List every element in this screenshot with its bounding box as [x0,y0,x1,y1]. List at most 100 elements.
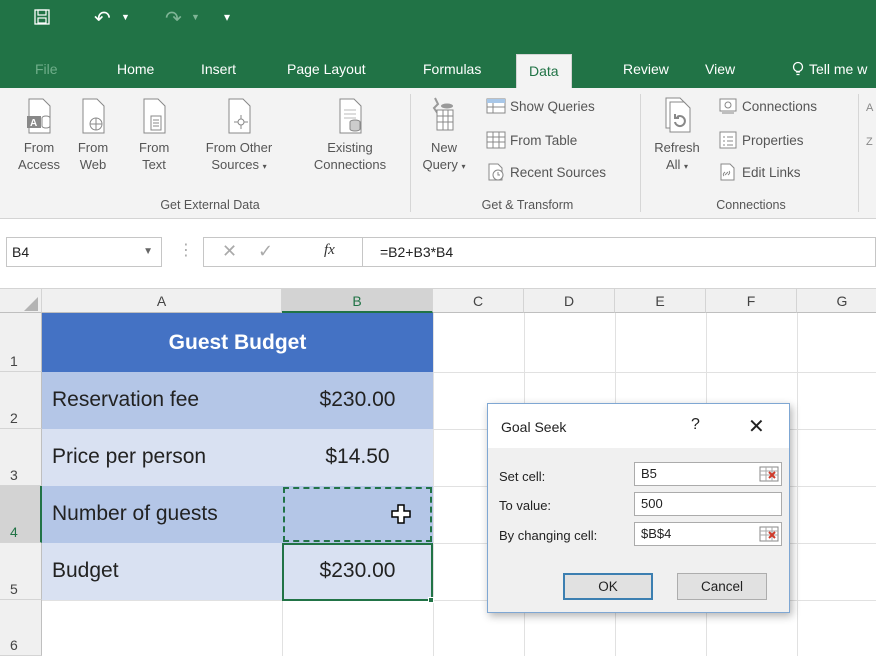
formula-input[interactable]: =B2+B3*B4 [363,237,876,267]
column-header-g[interactable]: G [797,289,876,313]
goal-seek-dialog: Goal Seek ? ✕ Set cell: B5 To value: 500… [487,403,790,613]
cancel-button[interactable]: Cancel [677,573,767,600]
sort-za-icon[interactable]: Z [866,136,873,148]
properties-button[interactable]: Properties [718,131,804,149]
fill-handle[interactable] [428,597,434,603]
cell-a2[interactable]: Reservation fee [52,388,199,412]
formula-bar-grip-icon: ⋮ [178,242,194,259]
cell-b2[interactable]: $230.00 [282,388,433,412]
tell-me-icon[interactable] [791,50,805,88]
collapse-dialog-icon[interactable] [759,465,779,483]
row-header-1[interactable]: 1 [0,313,42,372]
undo-dropdown-icon[interactable]: ▼ [121,12,130,22]
column-header-f[interactable]: F [706,289,797,313]
column-header-c[interactable]: C [433,289,524,313]
svg-text:A: A [30,118,37,129]
tab-formulas[interactable]: Formulas [423,50,481,88]
show-queries-button[interactable]: Show Queries [486,98,595,114]
tab-file[interactable]: File [35,50,58,88]
gridline [433,313,434,656]
table-title-cell[interactable]: Guest Budget [42,313,433,372]
sort-az-icon[interactable]: A [866,102,873,114]
gridline [797,313,798,656]
tab-data[interactable]: Data [516,54,572,88]
other-sources-icon [228,98,251,134]
confirm-entry-icon[interactable]: ✓ [258,241,273,262]
connections-icon [719,98,737,114]
row-header-2[interactable]: 2 [0,372,42,429]
redo-icon[interactable]: ↷ [165,6,182,31]
tab-page-layout[interactable]: Page Layout [287,50,366,88]
column-header-a[interactable]: A [42,289,282,313]
select-all-corner[interactable] [0,289,42,313]
table-icon [486,131,506,149]
dialog-title: Goal Seek [501,419,567,435]
from-access-button[interactable]: A From Access [14,96,64,173]
properties-icon [719,131,737,149]
by-changing-cell-label: By changing cell: [499,528,598,543]
redo-dropdown-icon[interactable]: ▼ [191,12,200,22]
row-header-6[interactable]: 6 [0,600,42,656]
from-table-button[interactable]: From Table [486,131,577,149]
existing-connections-icon [339,98,362,134]
refresh-all-button[interactable]: Refresh All ▾ [648,96,706,175]
refresh-icon [665,97,691,133]
group-label-connections: Connections [716,198,786,212]
dropdown-arrow-icon: ▾ [461,162,466,171]
tab-tell-me[interactable]: Tell me w [809,50,867,88]
cancel-entry-icon[interactable]: ✕ [222,241,237,262]
by-changing-cell-input[interactable]: $B$4 [634,522,782,546]
from-web-button[interactable]: From Web [76,96,110,173]
group-label-get-transform: Get & Transform [481,198,574,212]
help-button[interactable]: ? [691,416,700,434]
set-cell-label: Set cell: [499,469,546,484]
tab-insert[interactable]: Insert [201,50,236,88]
web-file-icon [82,98,105,134]
row-header-3[interactable]: 3 [0,429,42,486]
connections-button[interactable]: Connections [718,98,817,114]
save-icon[interactable] [34,9,50,29]
select-all-triangle-icon [24,297,38,311]
formula-bar: B4 ▼ ⋮ ✕ ✓ fx =B2+B3*B4 [0,219,876,289]
from-other-sources-button[interactable]: From Other Sources ▾ [193,96,285,175]
dropdown-arrow-icon: ▾ [262,162,267,171]
ribbon-separator [640,94,641,212]
column-header-e[interactable]: E [615,289,706,313]
to-value-label: To value: [499,498,552,513]
name-box-dropdown-icon[interactable]: ▼ [143,238,153,266]
row-header-5[interactable]: 5 [0,543,42,600]
formula-buttons: ✕ ✓ fx [203,237,363,267]
insert-function-icon[interactable]: fx [324,242,335,259]
cell-a4[interactable]: Number of guests [52,502,218,526]
set-cell-input[interactable]: B5 [634,462,782,486]
column-header-d[interactable]: D [524,289,615,313]
access-file-icon: A [27,98,51,134]
cell-a3[interactable]: Price per person [52,445,206,469]
customize-toolbar-icon[interactable]: ▾ [224,10,230,24]
new-query-button[interactable]: New Query ▾ [418,96,470,175]
cell-a5[interactable]: Budget [52,559,119,583]
group-label-get-external-data: Get External Data [160,198,260,212]
ok-button[interactable]: OK [563,573,653,600]
close-button[interactable]: ✕ [748,414,765,439]
from-text-button[interactable]: From Text [139,96,169,173]
dropdown-arrow-icon: ▾ [684,162,689,171]
cell-b5[interactable]: $230.00 [282,559,433,583]
column-header-b[interactable]: B [282,289,433,313]
ribbon-separator [858,94,859,212]
edit-links-button[interactable]: Edit Links [718,163,801,181]
recent-sources-icon [488,163,504,181]
dialog-title-bar[interactable]: Goal Seek ? ✕ [488,404,789,448]
tab-view[interactable]: View [705,50,735,88]
name-box[interactable]: B4 ▼ [6,237,162,267]
row-header-4[interactable]: 4 [0,486,42,543]
existing-connections-button[interactable]: Existing Connections [300,96,400,173]
tab-review[interactable]: Review [623,50,669,88]
collapse-dialog-icon[interactable] [759,525,779,543]
to-value-input[interactable]: 500 [634,492,782,516]
cell-cursor-icon [391,504,411,524]
tab-home[interactable]: Home [117,50,154,88]
recent-sources-button[interactable]: Recent Sources [486,163,606,181]
undo-icon[interactable]: ↶ [94,6,111,31]
cell-b3[interactable]: $14.50 [282,445,433,469]
